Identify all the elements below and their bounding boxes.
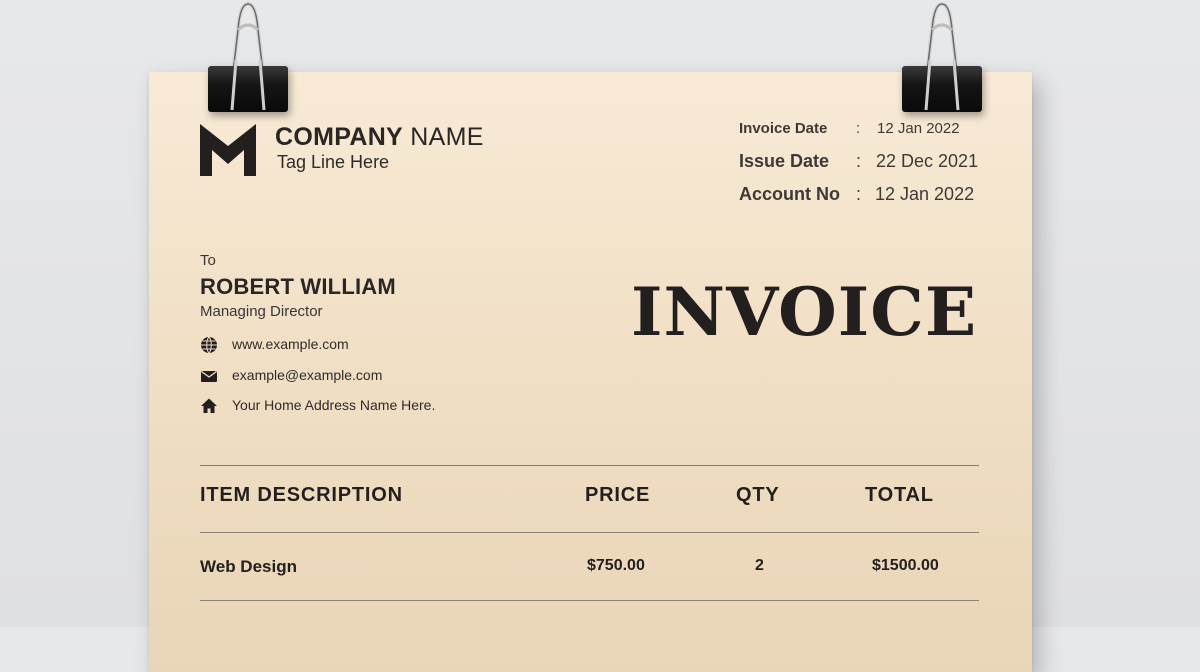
row-bottom-rule bbox=[200, 600, 979, 601]
row-qty: 2 bbox=[755, 557, 764, 574]
email-text: example@example.com bbox=[232, 367, 383, 383]
row-total: $1500.00 bbox=[872, 557, 939, 574]
header-item-description: ITEM DESCRIPTION bbox=[200, 484, 403, 506]
account-no-label: Account No bbox=[739, 184, 840, 204]
header-qty: QTY bbox=[736, 484, 780, 506]
invoice-sheet: COMPANY NAME Tag Line Here Invoice Date … bbox=[149, 72, 1032, 672]
binder-clip-icon bbox=[902, 0, 982, 118]
header-bottom-rule bbox=[200, 532, 979, 533]
envelope-icon bbox=[201, 370, 217, 382]
website-text: www.example.com bbox=[232, 336, 349, 352]
header-price: PRICE bbox=[585, 484, 651, 506]
table-top-rule bbox=[200, 465, 979, 466]
issue-date-value: 22 Dec 2021 bbox=[876, 151, 979, 171]
invoice-date-label: Invoice Date bbox=[739, 120, 828, 137]
row-price: $750.00 bbox=[587, 557, 645, 574]
issue-date-label: Issue Date bbox=[739, 151, 830, 171]
company-name-bold: COMPANY bbox=[275, 123, 404, 151]
company-tagline: Tag Line Here bbox=[277, 152, 390, 172]
account-no-colon: : bbox=[856, 184, 862, 204]
globe-icon bbox=[201, 336, 217, 354]
account-no-value: 12 Jan 2022 bbox=[875, 184, 975, 204]
row-description: Web Design bbox=[200, 557, 297, 576]
company-name: COMPANY NAME bbox=[275, 123, 484, 152]
issue-date-colon: : bbox=[856, 151, 862, 171]
home-icon bbox=[201, 398, 217, 413]
invoice-date-colon: : bbox=[856, 120, 861, 137]
address-text: Your Home Address Name Here. bbox=[232, 397, 436, 413]
invoice-date-value: 12 Jan 2022 bbox=[877, 120, 960, 137]
client-name: ROBERT WILLIAM bbox=[200, 274, 396, 299]
company-name-rest: NAME bbox=[410, 123, 484, 151]
binder-clip-icon bbox=[208, 0, 288, 118]
client-role: Managing Director bbox=[200, 303, 323, 320]
m-logo-icon bbox=[200, 124, 256, 176]
header-total: TOTAL bbox=[865, 484, 934, 506]
to-label: To bbox=[200, 252, 216, 269]
invoice-title: INVOICE bbox=[631, 273, 978, 351]
